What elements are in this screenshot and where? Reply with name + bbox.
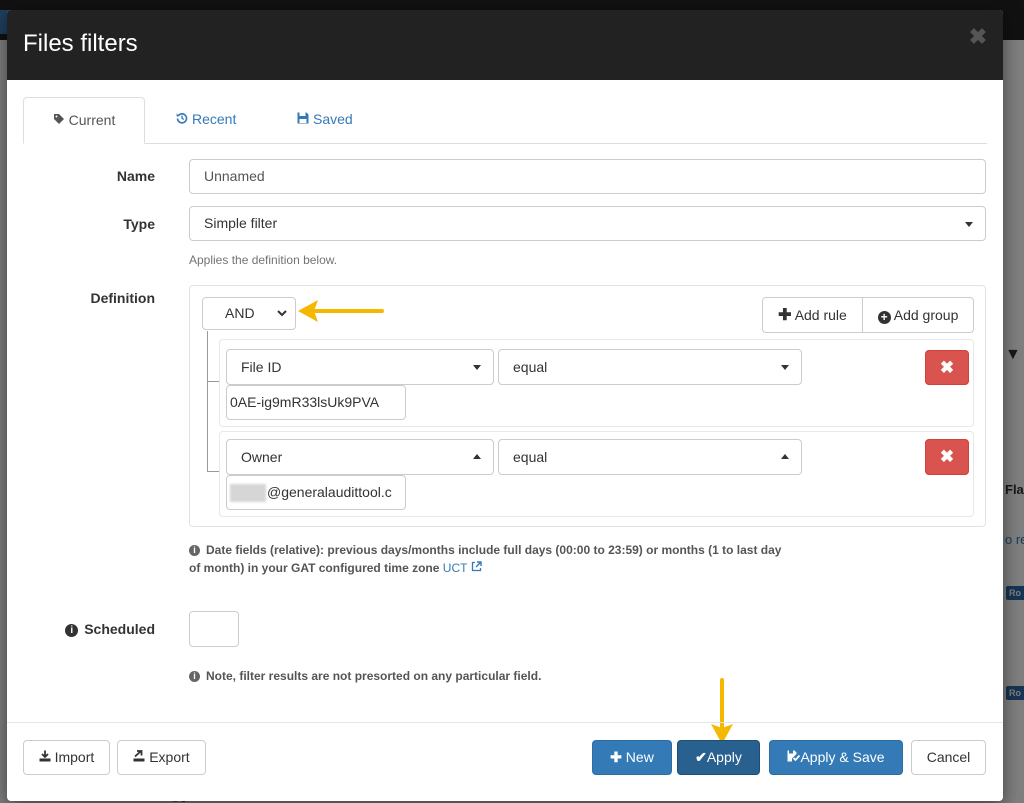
close-icon: ✖	[939, 447, 955, 466]
tab-label: Saved	[313, 111, 353, 127]
close-icon[interactable]: ✖	[967, 26, 989, 48]
rule-field-value: File ID	[241, 359, 282, 375]
filter-tabs: Current Recent Saved	[23, 97, 987, 144]
scheduled-checkbox[interactable]	[189, 611, 239, 647]
modal-header: Files filters ✖	[7, 10, 1003, 80]
new-label: New	[625, 749, 654, 765]
rule-operator-select[interactable]: equal	[498, 349, 802, 385]
chevron-down-icon	[965, 222, 973, 227]
modal-footer: Import Export ✚ New ✔Apply Apply & Save …	[7, 722, 1003, 801]
chevron-down-icon	[781, 365, 789, 370]
chevron-down-icon	[473, 365, 481, 370]
rule-operator-value: equal	[513, 449, 548, 465]
tab-saved[interactable]: Saved	[297, 97, 377, 143]
definition-label: Definition	[90, 290, 155, 306]
tab-label: Recent	[192, 111, 237, 127]
add-group-button[interactable]: + Add group	[862, 297, 974, 333]
type-help-text: Applies the definition below.	[189, 253, 338, 267]
tag-icon	[53, 99, 65, 143]
type-select[interactable]: Simple filter	[189, 206, 986, 241]
rule-field-select[interactable]: Owner	[226, 439, 494, 475]
info-circle-icon: i	[65, 624, 79, 637]
presort-note: i Note, filter results are not presorted …	[189, 667, 541, 685]
rule-2: Owner equal ✖ @generalaudittool.c	[219, 431, 974, 517]
presort-note-text: Note, filter results are not presorted o…	[206, 669, 542, 683]
new-button[interactable]: ✚ New	[592, 740, 672, 775]
rule-operator-value: equal	[513, 359, 548, 375]
timezone-link[interactable]: UCT	[443, 561, 482, 575]
timezone-link-text: UCT	[442, 561, 468, 575]
check-icon: ✔	[695, 749, 707, 765]
plus-circle-icon: +	[877, 311, 891, 324]
close-icon: ✖	[939, 358, 955, 377]
modal-title: Files filters	[23, 30, 138, 57]
rule-operator-select[interactable]: equal	[498, 439, 802, 475]
name-label: Name	[116, 168, 155, 184]
apply-and-save-button[interactable]: Apply & Save	[769, 740, 903, 775]
scheduled-label-text: Scheduled	[84, 621, 155, 637]
rule-value-input[interactable]: 0AE-ig9mR33lsUk9PVA	[226, 385, 406, 420]
files-filters-modal: Files filters ✖ Current Recent Saved Nam…	[7, 10, 1003, 801]
save-check-icon	[787, 749, 801, 765]
plus-icon: ✚	[778, 307, 792, 324]
import-button[interactable]: Import	[23, 740, 110, 775]
apply-button[interactable]: ✔Apply	[677, 740, 760, 775]
rule-1: File ID equal ✖ 0AE-ig9mR33lsUk9PVA	[219, 339, 974, 427]
chevron-up-icon	[473, 454, 481, 459]
date-note-line1: Date fields (relative): previous days/mo…	[206, 543, 782, 557]
plus-icon: ✚	[610, 749, 622, 765]
import-label: Import	[54, 749, 95, 765]
chevron-down-icon	[277, 298, 287, 329]
import-icon	[39, 749, 51, 765]
delete-rule-button[interactable]: ✖	[925, 350, 969, 385]
condition-value: AND	[225, 305, 255, 321]
export-button[interactable]: Export	[117, 740, 206, 775]
date-note-line2: of month) in your GAT configured time zo…	[189, 561, 440, 575]
condition-select[interactable]: AND	[202, 297, 296, 330]
tab-label: Current	[68, 112, 116, 128]
type-select-value: Simple filter	[204, 215, 278, 231]
export-label: Export	[149, 749, 190, 765]
delete-rule-button[interactable]: ✖	[925, 439, 969, 475]
scheduled-label: i Scheduled	[61, 621, 155, 637]
info-circle-icon: i	[189, 671, 200, 682]
annotation-arrow-left	[298, 300, 384, 322]
tab-recent[interactable]: Recent	[176, 97, 256, 143]
apply-label: Apply	[706, 749, 742, 765]
chevron-up-icon	[781, 454, 789, 459]
info-circle-icon: i	[189, 545, 200, 556]
add-rule-button[interactable]: ✚ Add rule	[762, 297, 863, 333]
export-icon	[133, 749, 145, 765]
cancel-button[interactable]: Cancel	[911, 740, 986, 775]
history-icon	[176, 98, 188, 142]
save-icon	[297, 98, 309, 142]
redacted-block	[230, 484, 266, 502]
add-group-label: Add group	[893, 307, 959, 323]
date-fields-note: i Date fields (relative): previous days/m…	[189, 541, 879, 577]
type-label: Type	[123, 216, 155, 232]
rule-value-text: @generalaudittool.c	[267, 484, 392, 500]
apply-and-save-label: Apply & Save	[800, 749, 885, 765]
rule-field-select[interactable]: File ID	[226, 349, 494, 385]
rule-value-input[interactable]: @generalaudittool.c	[226, 475, 406, 510]
name-input[interactable]: Unnamed	[189, 159, 986, 194]
rule-field-value: Owner	[241, 449, 283, 465]
add-rule-label: Add rule	[794, 307, 847, 323]
tab-current[interactable]: Current	[23, 97, 145, 144]
external-link-icon	[471, 561, 482, 575]
